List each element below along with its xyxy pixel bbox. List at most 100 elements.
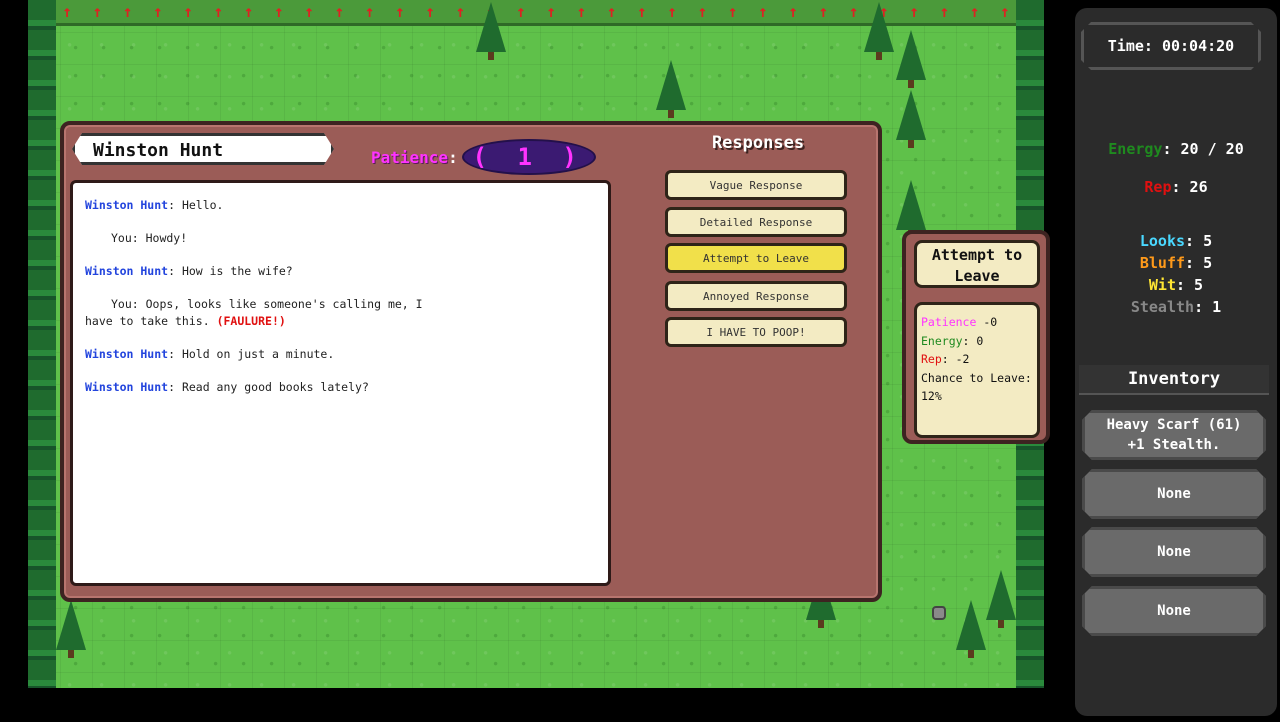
response-annoyed-button[interactable]: Annoyed Response <box>665 281 847 311</box>
inventory-item-name: None <box>1157 486 1191 502</box>
message-speaker: Winston Hunt <box>85 198 169 212</box>
response-attempt-leave-button[interactable]: Attempt to Leave <box>665 243 847 273</box>
looks-label: Looks <box>1139 232 1186 250</box>
chat-message: Winston Hunt: Read any good books lately… <box>85 379 596 396</box>
message-speaker: Winston Hunt <box>85 347 169 361</box>
wit-stat: Wit: 5 <box>1075 276 1277 294</box>
fence-arrow-icon: ↑ <box>395 2 405 21</box>
patience-label: Patience <box>371 147 449 167</box>
tree-icon <box>896 30 926 88</box>
chat-message: Winston Hunt: Hold on just a minute. <box>85 346 596 363</box>
response-detailed-button[interactable]: Detailed Response <box>665 207 847 237</box>
fence-arrow-icon: ↑ <box>546 2 556 21</box>
fence-arrow-icon: ↑ <box>818 2 829 21</box>
energy-stat: Energy: 20 / 20 <box>1075 140 1277 158</box>
looks-stat: Looks: 5 <box>1075 232 1277 250</box>
fence-arrow-icon: ↑ <box>243 2 254 21</box>
chat-message: You: Oops, looks like someone's calling … <box>85 296 596 330</box>
fence-arrow-icon: ↑ <box>334 2 345 21</box>
fence-arrow-icon: ↑ <box>667 2 677 21</box>
action-energy-value: : 0 <box>962 333 984 348</box>
fence-arrow-icon: ↑ <box>969 2 980 21</box>
fence-arrow-icon: ↑ <box>455 2 466 21</box>
action-tooltip: Attempt to Leave Patience -0 Energy: 0 R… <box>902 230 1050 444</box>
fence-arrow-icon: ↑ <box>274 2 284 21</box>
fence-arrow-icon: ↑ <box>637 2 647 21</box>
rep-value: : 26 <box>1171 178 1208 196</box>
fence-arrow-icon: ↑ <box>516 2 526 21</box>
inventory-item-effect: +1 Stealth. <box>1127 437 1221 453</box>
message-speaker: Winston Hunt <box>85 380 169 394</box>
action-chance-value: 12% <box>921 389 942 403</box>
fence-arrow-icon: ↑ <box>122 2 133 21</box>
rep-label: Rep <box>1144 178 1172 196</box>
stealth-label: Stealth <box>1130 298 1195 316</box>
tree-icon <box>476 2 506 60</box>
action-chance-label: Chance to Leave: <box>921 370 1032 385</box>
fence-arrow-icon: ↑ <box>697 2 708 21</box>
response-vague-button[interactable]: Vague Response <box>665 170 847 200</box>
inventory-item-name: None <box>1157 544 1191 560</box>
response-poop-button[interactable]: I HAVE TO POOP! <box>665 317 847 347</box>
fence-arrow-icon: ↑ <box>939 2 950 21</box>
action-rep-label: Rep <box>921 352 942 366</box>
wit-label: Wit <box>1148 276 1176 294</box>
fence-arrow-icon: ↑ <box>788 2 798 21</box>
npc-name-plate: Winston Hunt <box>72 133 334 165</box>
fence-arrow-icon: ↑ <box>727 2 738 21</box>
message-text: : Hold on just a minute. <box>168 347 335 361</box>
fence-arrow-icon: ↑ <box>758 2 768 21</box>
tree-icon <box>56 600 86 658</box>
wit-value: : 5 <box>1176 276 1204 294</box>
action-patience-value: -0 <box>976 315 998 329</box>
fence-arrow-icon: ↑ <box>606 2 617 21</box>
tree-icon <box>896 90 926 148</box>
inventory-slot-1[interactable]: Heavy Scarf (61) +1 Stealth. <box>1082 410 1266 460</box>
inventory-slot-4[interactable]: None <box>1082 586 1266 636</box>
message-text: : Read any good books lately? <box>168 380 369 394</box>
dialog-panel: Winston Hunt Patience: ( 1 ) Winston Hun… <box>60 121 882 602</box>
chat-message: Winston Hunt: How is the wife? <box>85 263 596 280</box>
tree-icon <box>864 2 894 60</box>
rock-icon <box>932 606 946 620</box>
game-timer: Time: 00:04:20 <box>1081 22 1261 70</box>
fence-arrow-icon: ↑ <box>304 2 314 21</box>
fence-arrow-icon: ↑ <box>1000 2 1010 21</box>
energy-value: : 20 / 20 <box>1162 140 1244 158</box>
chat-message: Winston Hunt: Hello. <box>85 197 596 214</box>
looks-value: : 5 <box>1185 232 1213 250</box>
fence-arrow-icon: ↑ <box>364 2 375 21</box>
bluff-stat: Bluff: 5 <box>1075 254 1277 272</box>
message-speaker: Winston Hunt <box>85 264 169 278</box>
fence-arrow-icon: ↑ <box>425 2 435 21</box>
failure-tag: (FAULURE!) <box>216 314 286 328</box>
rep-stat: Rep: 26 <box>1075 178 1277 196</box>
tree-column-left <box>28 0 56 688</box>
inventory-slot-3[interactable]: None <box>1082 527 1266 577</box>
responses-title: Responses <box>711 133 805 153</box>
fence-arrow-icon: ↑ <box>62 2 72 21</box>
fence-arrow-icon: ↑ <box>183 2 193 21</box>
message-text: You: Howdy! <box>111 231 188 245</box>
fence-arrow-icon: ↑ <box>848 2 859 21</box>
fence-arrow-icon: ↑ <box>909 2 919 21</box>
tree-icon <box>986 570 1016 628</box>
action-rep-value: : -2 <box>941 352 970 366</box>
tree-icon <box>956 600 986 658</box>
action-patience-label: Patience <box>921 315 977 329</box>
stealth-value: : 1 <box>1194 298 1222 316</box>
patience-value: ( 1 ) <box>461 139 596 175</box>
tree-icon <box>656 60 686 118</box>
bluff-label: Bluff <box>1139 254 1186 272</box>
message-text: : How is the wife? <box>168 264 293 278</box>
inventory-slot-2[interactable]: None <box>1082 469 1266 519</box>
fence-arrow-icon: ↑ <box>92 2 103 21</box>
inventory-item-name: Heavy Scarf (61) <box>1106 417 1242 433</box>
hud-panel: Time: 00:04:20 Energy: 20 / 20 Rep: 26 L… <box>1075 8 1277 716</box>
inventory-title: Inventory <box>1079 365 1269 395</box>
chat-message: You: Howdy! <box>85 230 596 247</box>
energy-label: Energy <box>1108 140 1163 158</box>
action-title: Attempt to Leave <box>914 240 1040 288</box>
action-energy-label: Energy <box>921 333 963 348</box>
chat-log: Winston Hunt: Hello. You: Howdy! Winston… <box>70 180 611 586</box>
